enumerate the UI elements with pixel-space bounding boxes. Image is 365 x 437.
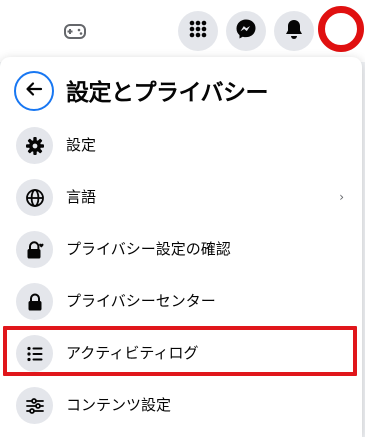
menu-item-label: アクティビティログ bbox=[66, 344, 199, 362]
menu-item-label: プライバシー設定の確認 bbox=[66, 240, 231, 258]
menu-item-privacy-center[interactable]: プライバシーセンター bbox=[0, 275, 362, 327]
menu-item-label: プライバシーセンター bbox=[66, 292, 216, 310]
panel-title: 設定とプライバシー bbox=[66, 80, 269, 106]
bell-icon bbox=[284, 18, 304, 44]
menu-item-label: コンテンツ設定 bbox=[66, 396, 172, 414]
panel-header: 設定とプライバシー bbox=[0, 57, 362, 121]
chevron-right-icon: › bbox=[339, 190, 344, 204]
sliders-icon bbox=[16, 387, 53, 424]
back-button[interactable] bbox=[14, 71, 54, 111]
messenger-icon bbox=[235, 18, 257, 44]
globe-icon bbox=[16, 179, 53, 216]
menu-button[interactable] bbox=[178, 11, 218, 51]
top-navigation-bar bbox=[0, 0, 365, 62]
grid-menu-icon bbox=[188, 19, 208, 43]
menu-item-label: 言語 bbox=[66, 188, 97, 206]
list-icon bbox=[16, 335, 53, 372]
profile-avatar[interactable] bbox=[318, 6, 364, 52]
menu-item-content-preferences[interactable]: コンテンツ設定 bbox=[0, 379, 362, 431]
gear-icon bbox=[16, 127, 53, 164]
menu-item-label: 設定 bbox=[66, 136, 97, 154]
lock-heart-icon bbox=[16, 231, 53, 268]
gamepad-icon[interactable] bbox=[60, 18, 90, 44]
menu-item-privacy-checkup[interactable]: プライバシー設定の確認 bbox=[0, 223, 362, 275]
menu-item-language[interactable]: 言語 › bbox=[0, 171, 362, 223]
settings-privacy-panel: 設定とプライバシー 設定 言語 › プライバシー設定の確認 プライバシーセンター… bbox=[0, 57, 362, 437]
messenger-button[interactable] bbox=[226, 11, 266, 51]
notifications-button[interactable] bbox=[274, 11, 314, 51]
arrow-left-icon bbox=[25, 81, 43, 101]
menu-item-activity-log[interactable]: アクティビティログ bbox=[0, 327, 362, 379]
lock-icon bbox=[16, 283, 53, 320]
menu-item-settings[interactable]: 設定 bbox=[0, 119, 362, 171]
